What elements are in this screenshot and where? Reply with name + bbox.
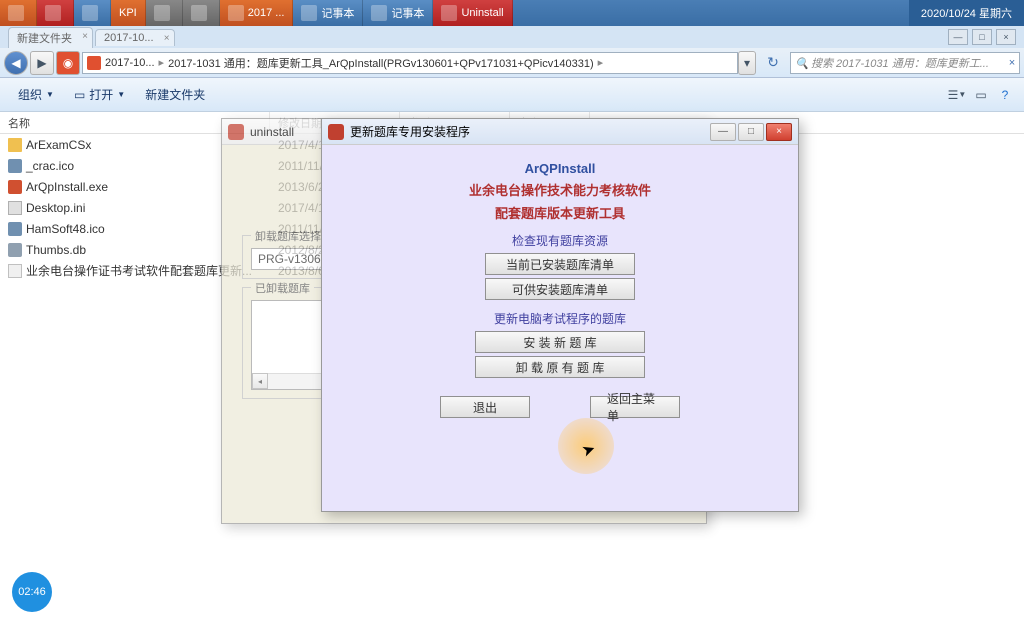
- file-name: 业余电台操作证书考试软件配套题库更新...: [26, 262, 252, 279]
- forward-button[interactable]: ▶: [30, 51, 54, 75]
- file-icon: [8, 222, 22, 236]
- close-button[interactable]: ×: [996, 29, 1016, 45]
- explorer-toolbar: 组织▼ ▭打开▼ 新建文件夹 ☰▼ ▭ ?: [0, 78, 1024, 112]
- task-item[interactable]: [74, 0, 111, 26]
- close-button[interactable]: ×: [766, 123, 792, 141]
- browser-tabbar: 新建文件夹× 2017-10...× — □ ×: [0, 26, 1024, 48]
- group-label: 已卸载题库: [251, 280, 314, 296]
- timestamp-badge: 02:46: [12, 572, 52, 612]
- uninstall-old-button[interactable]: 卸 载 原 有 题 库: [475, 356, 645, 378]
- maximize-button[interactable]: □: [738, 123, 764, 141]
- file-icon: [8, 138, 22, 152]
- taskbar: KPI 2017 ... 记事本 记事本 Uninstall 2020/10/2…: [0, 0, 1024, 26]
- app-icon: [228, 124, 244, 140]
- app-icon: [328, 124, 344, 140]
- app-name: ArQPInstall: [338, 161, 782, 176]
- task-item[interactable]: Uninstall: [433, 0, 512, 26]
- task-item[interactable]: KPI: [111, 0, 146, 26]
- exit-button[interactable]: 退出: [440, 396, 530, 418]
- search-icon: 🔍: [795, 57, 807, 69]
- file-name: Desktop.ini: [26, 201, 85, 215]
- file-icon: [8, 264, 22, 278]
- task-item[interactable]: 记事本: [293, 0, 363, 26]
- open-button[interactable]: ▭打开▼: [64, 82, 135, 107]
- dialog-titlebar[interactable]: 更新题库专用安装程序 — □ ×: [322, 119, 798, 145]
- list-installed-button[interactable]: 当前已安装题库清单: [485, 253, 635, 275]
- browser-tab[interactable]: 2017-10...×: [95, 29, 175, 46]
- file-name: ArExamCSx: [26, 138, 91, 152]
- refresh-button[interactable]: ↻: [762, 52, 784, 74]
- file-name: ArQpInstall.exe: [26, 180, 108, 194]
- file-name: Thumbs.db: [26, 243, 86, 257]
- task-item[interactable]: [146, 0, 183, 26]
- task-item[interactable]: [37, 0, 74, 26]
- back-button[interactable]: ◀: [4, 51, 28, 75]
- chevron-right-icon: ▸: [598, 56, 604, 69]
- dialog-subheading: 配套题库版本更新工具: [338, 203, 782, 222]
- file-icon: [8, 180, 22, 194]
- breadcrumb-segment[interactable]: 2017-10...: [105, 57, 155, 69]
- browser-tab[interactable]: 新建文件夹×: [8, 27, 93, 48]
- folder-icon: [87, 56, 101, 70]
- search-input[interactable]: 🔍 搜索 2017-1031 通用：题库更新工... ×: [790, 52, 1020, 74]
- close-icon[interactable]: ×: [164, 33, 170, 44]
- chevron-right-icon: ▸: [159, 56, 165, 69]
- list-available-button[interactable]: 可供安装题库清单: [485, 278, 635, 300]
- install-new-button[interactable]: 安 装 新 题 库: [475, 331, 645, 353]
- organize-button[interactable]: 组织▼: [8, 82, 64, 107]
- breadcrumb[interactable]: 2017-10... ▸ 2017-1031 通用：题库更新工具_ArQpIns…: [82, 52, 738, 74]
- view-button[interactable]: ☰▼: [946, 84, 968, 106]
- close-icon[interactable]: ×: [1009, 57, 1015, 69]
- file-icon: [8, 243, 22, 257]
- new-folder-button[interactable]: 新建文件夹: [135, 82, 215, 107]
- home-icon[interactable]: ◉: [56, 51, 80, 75]
- help-button[interactable]: ?: [994, 84, 1016, 106]
- dropdown-button[interactable]: ▾: [738, 51, 756, 75]
- preview-pane-button[interactable]: ▭: [970, 84, 992, 106]
- scroll-left-button[interactable]: ◂: [252, 373, 268, 389]
- breadcrumb-segment[interactable]: 2017-1031 通用：题库更新工具_ArQpInstall(PRGv1306…: [168, 55, 594, 71]
- installer-dialog[interactable]: 更新题库专用安装程序 — □ × ArQPInstall 业余电台操作技术能力考…: [321, 118, 799, 512]
- minimize-button[interactable]: —: [710, 123, 736, 141]
- group-label: 卸载题库选择: [251, 228, 325, 244]
- maximize-button[interactable]: □: [972, 29, 992, 45]
- taskbar-date: 2020/10/24 星期六: [909, 0, 1024, 26]
- return-main-button[interactable]: 返回主菜单: [590, 396, 680, 418]
- file-icon: [8, 159, 22, 173]
- task-item[interactable]: [0, 0, 37, 26]
- close-icon[interactable]: ×: [82, 31, 88, 42]
- task-item[interactable]: 记事本: [363, 0, 433, 26]
- minimize-button[interactable]: —: [948, 29, 968, 45]
- section-label: 更新电脑考试程序的题库: [338, 310, 782, 327]
- dialog-heading: 业余电台操作技术能力考核软件: [338, 180, 782, 199]
- task-item[interactable]: [183, 0, 220, 26]
- task-item[interactable]: 2017 ...: [220, 0, 294, 26]
- file-name: _crac.ico: [26, 159, 74, 173]
- dialog-title: uninstall: [250, 125, 294, 139]
- open-icon: ▭: [74, 88, 85, 102]
- dialog-title: 更新题库专用安装程序: [350, 123, 470, 140]
- addressbar: ◀ ▶ ◉ 2017-10... ▸ 2017-1031 通用：题库更新工具_A…: [0, 48, 1024, 78]
- file-name: HamSoft48.ico: [26, 222, 105, 236]
- file-icon: [8, 201, 22, 215]
- section-label: 检查现有题库资源: [338, 232, 782, 249]
